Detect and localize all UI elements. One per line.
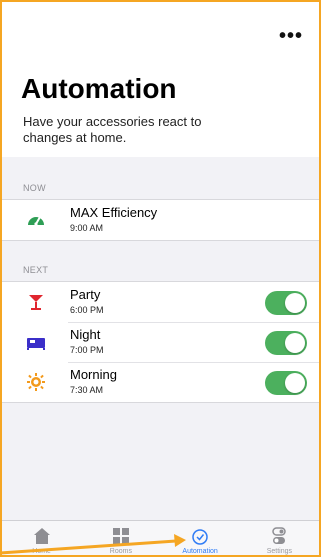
house-icon	[33, 527, 51, 545]
automation-name: Party	[70, 287, 101, 302]
tab-rooms[interactable]: Rooms	[81, 521, 160, 555]
automation-name: Night	[70, 327, 101, 342]
sun-icon	[26, 373, 46, 391]
automation-name: Morning	[70, 367, 117, 382]
next-list: Party 6:00 PM Night 7:00 PM Morning 7:30…	[2, 281, 319, 403]
list-item-night[interactable]: Night 7:00 PM	[2, 322, 319, 362]
list-item-party[interactable]: Party 6:00 PM	[2, 282, 319, 322]
automation-time: 6:00 PM	[70, 305, 104, 315]
automation-time: 9:00 AM	[70, 223, 104, 233]
list-item-morning[interactable]: Morning 7:30 AM	[2, 362, 319, 402]
bed-icon	[26, 333, 46, 351]
automation-time: 7:30 AM	[70, 385, 104, 395]
tab-home[interactable]: Home	[2, 521, 81, 555]
header: ••• Automation Have your accessories rea…	[2, 2, 319, 157]
section-label-now: NOW	[23, 183, 46, 193]
rooms-grid-icon	[112, 527, 130, 545]
automation-time: 7:00 PM	[70, 345, 104, 355]
tab-settings[interactable]: Settings	[240, 521, 319, 555]
tab-automation[interactable]: Automation	[161, 521, 240, 555]
party-toggle[interactable]	[265, 291, 307, 315]
morning-toggle[interactable]	[265, 371, 307, 395]
tab-label: Home	[32, 548, 51, 555]
section-label-next: NEXT	[23, 265, 49, 275]
tab-label: Settings	[266, 548, 293, 555]
tab-label: Automation	[182, 548, 218, 555]
night-toggle[interactable]	[265, 331, 307, 355]
toggles-icon	[270, 527, 288, 545]
list-item-max-efficiency[interactable]: MAX Efficiency 9:00 AM	[2, 200, 319, 240]
now-list: MAX Efficiency 9:00 AM	[2, 199, 319, 241]
page-title: Automation	[21, 73, 177, 104]
tab-bar: Home Rooms Automation Settings	[2, 520, 319, 555]
tab-label: Rooms	[109, 548, 132, 555]
app-screen: ••• Automation Have your accessories rea…	[0, 0, 321, 557]
cocktail-icon	[26, 293, 46, 311]
gauge-icon	[26, 211, 46, 229]
clock-icon	[191, 527, 209, 545]
more-options-button[interactable]: •••	[279, 26, 303, 46]
page-subtitle: Have your accessories react to changes a…	[23, 114, 202, 145]
automation-name: MAX Efficiency	[70, 205, 158, 220]
